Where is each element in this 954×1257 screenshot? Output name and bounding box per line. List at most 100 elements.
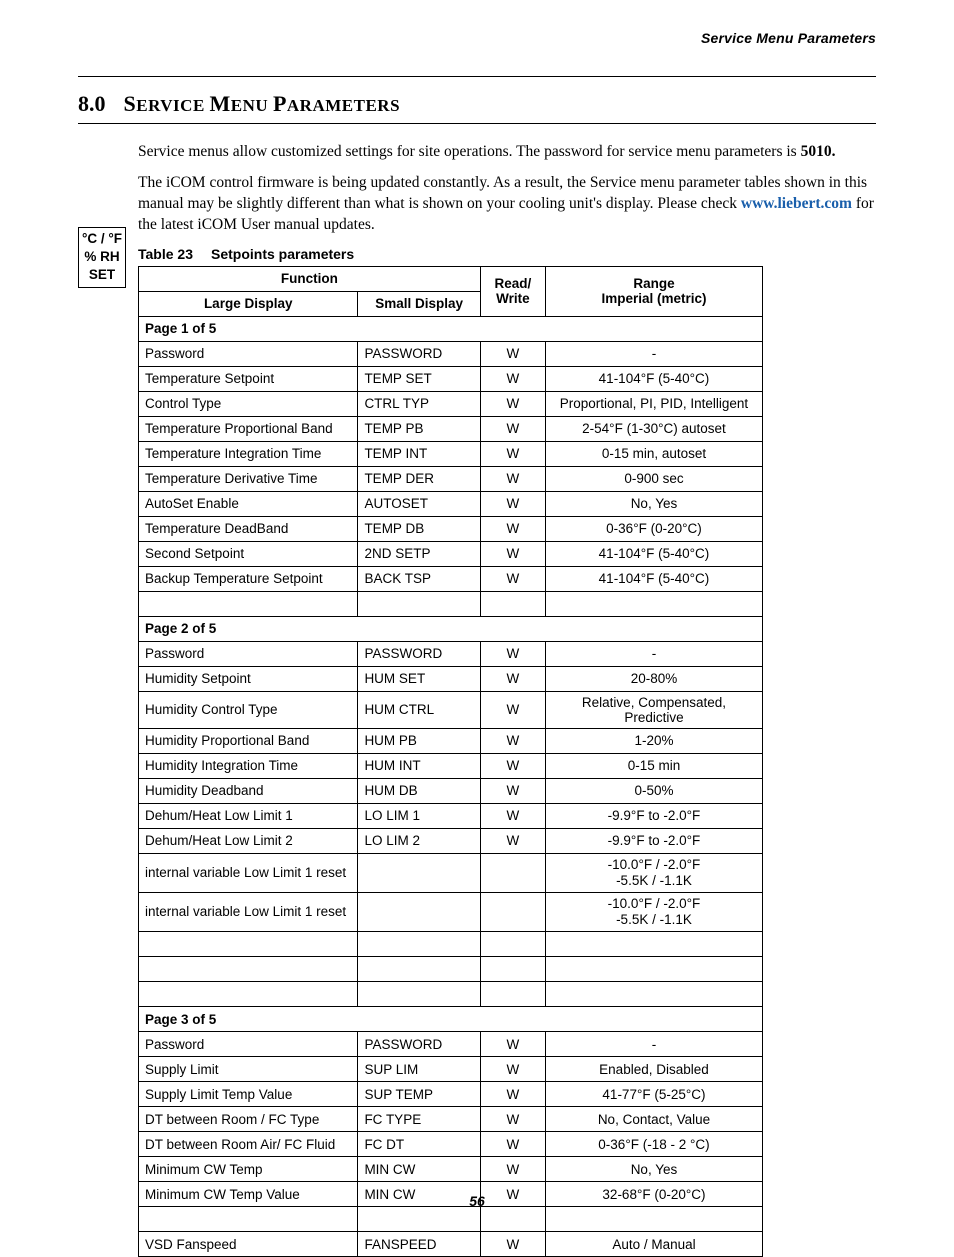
cell-small: AUTOSET	[358, 491, 480, 516]
cell-large: Humidity Proportional Band	[139, 728, 358, 753]
cell-rw: W	[480, 803, 545, 828]
cell-large: Control Type	[139, 391, 358, 416]
cell-small	[358, 893, 480, 932]
page-number: 56	[0, 1193, 954, 1209]
cell-rw: W	[480, 566, 545, 591]
table-row: PasswordPASSWORDW-	[139, 641, 763, 666]
table-label: Table 23	[138, 246, 193, 262]
cell-range: No, Yes	[545, 1157, 762, 1182]
cell-small: BACK TSP	[358, 566, 480, 591]
cell-large: Second Setpoint	[139, 541, 358, 566]
cell-large: Temperature Setpoint	[139, 366, 358, 391]
th-function: Function	[139, 266, 481, 291]
cell-rw: W	[480, 1082, 545, 1107]
cell-small: HUM SET	[358, 666, 480, 691]
cell-rw: W	[480, 391, 545, 416]
cell-small: FC DT	[358, 1132, 480, 1157]
table-row: Supply Limit Temp ValueSUP TEMPW41-77°F …	[139, 1082, 763, 1107]
cell-small: LO LIM 2	[358, 828, 480, 853]
cell-small: TEMP SET	[358, 366, 480, 391]
blank-cell	[139, 591, 358, 616]
th-large-display: Large Display	[139, 291, 358, 316]
cell-large: DT between Room Air/ FC Fluid	[139, 1132, 358, 1157]
blank-cell	[480, 982, 545, 1007]
blank-cell	[545, 957, 762, 982]
cell-rw	[480, 893, 545, 932]
cell-large: DT between Room / FC Type	[139, 1107, 358, 1132]
blank-cell	[480, 591, 545, 616]
rule-under-heading	[78, 123, 876, 124]
table-row: VSD FanspeedFANSPEEDWAuto / Manual	[139, 1232, 763, 1257]
cell-range: No, Contact, Value	[545, 1107, 762, 1132]
cell-range: Enabled, Disabled	[545, 1057, 762, 1082]
cell-large: Humidity Deadband	[139, 778, 358, 803]
cell-range: 0-900 sec	[545, 466, 762, 491]
cell-large: Temperature DeadBand	[139, 516, 358, 541]
body-text: Service menus allow customized settings …	[138, 142, 876, 236]
table-row: internal variable Low Limit 1 reset-10.0…	[139, 853, 763, 892]
text: Service menus allow customized settings …	[138, 143, 801, 160]
section-row: Page 1 of 5	[139, 316, 763, 341]
t: M	[210, 91, 231, 116]
cell-large: Backup Temperature Setpoint	[139, 566, 358, 591]
t: Read/	[494, 276, 531, 291]
cell-large: Temperature Derivative Time	[139, 466, 358, 491]
cell-large: Dehum/Heat Low Limit 1	[139, 803, 358, 828]
section-row: Page 3 of 5	[139, 1007, 763, 1032]
cell-small: HUM CTRL	[358, 691, 480, 728]
table-row: Temperature Proportional BandTEMP PBW2-5…	[139, 416, 763, 441]
cell-range: 0-50%	[545, 778, 762, 803]
running-head: Service Menu Parameters	[78, 30, 876, 46]
cell-small: FANSPEED	[358, 1232, 480, 1257]
blank-cell	[545, 982, 762, 1007]
cell-large: internal variable Low Limit 1 reset	[139, 893, 358, 932]
cell-small: PASSWORD	[358, 1032, 480, 1057]
cell-rw: W	[480, 466, 545, 491]
cell-range: -9.9°F to -2.0°F	[545, 828, 762, 853]
cell-large: internal variable Low Limit 1 reset	[139, 853, 358, 892]
cell-rw: W	[480, 366, 545, 391]
t: Imperial (metric)	[601, 291, 706, 306]
password-value: 5010.	[801, 143, 836, 160]
table-row: PasswordPASSWORDW-	[139, 341, 763, 366]
t: S	[124, 91, 137, 116]
cell-range: 0-36°F (-18 - 2 °C)	[545, 1132, 762, 1157]
cell-small: CTRL TYP	[358, 391, 480, 416]
table-row	[139, 932, 763, 957]
cell-range: -	[545, 641, 762, 666]
cell-range: 41-104°F (5-40°C)	[545, 566, 762, 591]
cell-rw: W	[480, 1232, 545, 1257]
cell-small: HUM INT	[358, 753, 480, 778]
table-row: Backup Temperature SetpointBACK TSPW41-1…	[139, 566, 763, 591]
cell-small: HUM PB	[358, 728, 480, 753]
liebert-link[interactable]: www.liebert.com	[741, 195, 852, 212]
t: P	[273, 91, 287, 116]
cell-range: -10.0°F / -2.0°F-5.5K / -1.1K	[545, 893, 762, 932]
table-row: Page 2 of 5	[139, 616, 763, 641]
cell-large: Humidity Integration Time	[139, 753, 358, 778]
table-row: Temperature SetpointTEMP SETW41-104°F (5…	[139, 366, 763, 391]
cell-range: -9.9°F to -2.0°F	[545, 803, 762, 828]
cell-range: 2-54°F (1-30°C) autoset	[545, 416, 762, 441]
table-row: Page 1 of 5	[139, 316, 763, 341]
cell-rw: W	[480, 491, 545, 516]
cell-small	[358, 853, 480, 892]
cell-large: Dehum/Heat Low Limit 2	[139, 828, 358, 853]
table-row	[139, 1207, 763, 1232]
cell-large: Supply Limit	[139, 1057, 358, 1082]
cell-rw: W	[480, 728, 545, 753]
cell-rw: W	[480, 541, 545, 566]
blank-cell	[480, 957, 545, 982]
cell-rw: W	[480, 1157, 545, 1182]
table-row: Humidity DeadbandHUM DBW0-50%	[139, 778, 763, 803]
cell-range: -	[545, 341, 762, 366]
paragraph-2: The iCOM control firmware is being updat…	[138, 173, 876, 236]
cell-range: 20-80%	[545, 666, 762, 691]
table-row: Temperature DeadBandTEMP DBW0-36°F (0-20…	[139, 516, 763, 541]
t: ARAMETERS	[287, 96, 400, 115]
cell-range: -	[545, 1032, 762, 1057]
th-readwrite: Read/ Write	[480, 266, 545, 316]
cell-range: Relative, Compensated, Predictive	[545, 691, 762, 728]
cell-range: 41-77°F (5-25°C)	[545, 1082, 762, 1107]
section-heading: 8.0 SERVICE MENU PARAMETERS	[78, 91, 876, 117]
